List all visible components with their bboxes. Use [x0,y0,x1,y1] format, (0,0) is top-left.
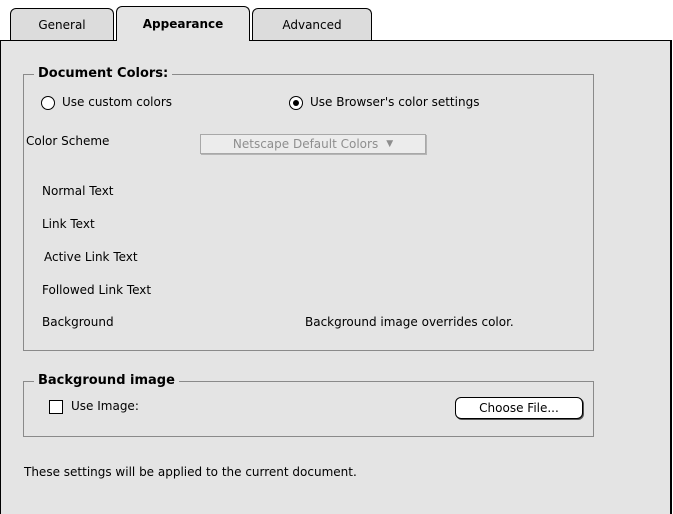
tab-general[interactable]: General [10,8,114,40]
dropdown-triangle-icon: ▼ [386,139,394,149]
background-note: Background image overrides color. [305,315,514,329]
color-scheme-value: Netscape Default Colors [232,137,379,151]
tab-advanced-label: Advanced [282,17,342,32]
color-scheme-label: Color Scheme [26,134,110,148]
use-image-label: Use Image: [71,399,139,413]
color-scheme-select[interactable]: Netscape Default Colors ▼ [200,134,426,154]
choose-file-button[interactable]: Choose File... [455,397,583,419]
tab-appearance-label: Appearance [142,16,224,31]
use-image-checkbox[interactable] [49,400,63,414]
active-link-text-label: Active Link Text [44,250,138,264]
followed-link-text-label: Followed Link Text [42,283,152,297]
use-custom-colors-radio[interactable] [41,96,55,110]
choose-file-button-label: Choose File... [479,401,559,415]
background-label: Background [42,315,114,329]
document-colors-group: Document Colors: [23,66,594,351]
use-browser-colors-label: Use Browser's color settings [310,95,480,109]
tab-general-label: General [38,17,86,32]
document-colors-title: Document Colors: [34,66,173,82]
use-browser-colors-radio[interactable] [289,96,303,110]
normal-text-label: Normal Text [42,184,114,198]
link-text-label: Link Text [42,217,95,231]
use-custom-colors-label: Use custom colors [62,95,173,109]
tab-advanced[interactable]: Advanced [252,8,372,40]
footer-note: These settings will be applied to the cu… [24,465,357,479]
background-image-title: Background image [34,373,179,389]
tab-appearance[interactable]: Appearance [116,6,250,42]
